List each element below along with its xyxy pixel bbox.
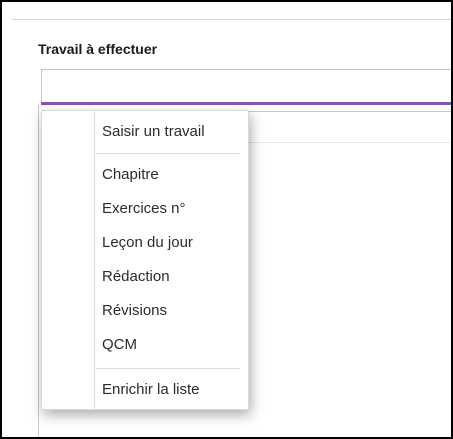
menu-separator bbox=[96, 153, 240, 154]
panel-inner-divider bbox=[247, 142, 451, 143]
menu-item-revisions[interactable]: Révisions bbox=[102, 302, 167, 319]
section-title: Travail à effectuer bbox=[38, 41, 158, 57]
menu-item-redaction[interactable]: Rédaction bbox=[102, 268, 170, 285]
menu-separator bbox=[96, 368, 240, 369]
work-input[interactable] bbox=[41, 69, 451, 103]
menu-item-enrichir-liste[interactable]: Enrichir la liste bbox=[102, 381, 200, 398]
menu-item-saisir-travail[interactable]: Saisir un travail bbox=[102, 123, 205, 140]
work-input-focus-underline bbox=[41, 102, 451, 105]
menu-gutter bbox=[94, 111, 95, 409]
panel-border-left bbox=[38, 105, 39, 437]
menu-item-qcm[interactable]: QCM bbox=[102, 336, 137, 353]
suggestion-dropdown-menu: Saisir un travail Chapitre Exercices n° … bbox=[41, 110, 249, 410]
menu-item-lecon-du-jour[interactable]: Leçon du jour bbox=[102, 234, 193, 251]
panel-border-top bbox=[247, 111, 451, 112]
menu-item-exercices[interactable]: Exercices n° bbox=[102, 200, 186, 217]
menu-item-chapitre[interactable]: Chapitre bbox=[102, 166, 159, 183]
dialog-frame: Travail à effectuer Saisir un travail Ch… bbox=[0, 0, 453, 439]
top-divider bbox=[12, 19, 451, 20]
